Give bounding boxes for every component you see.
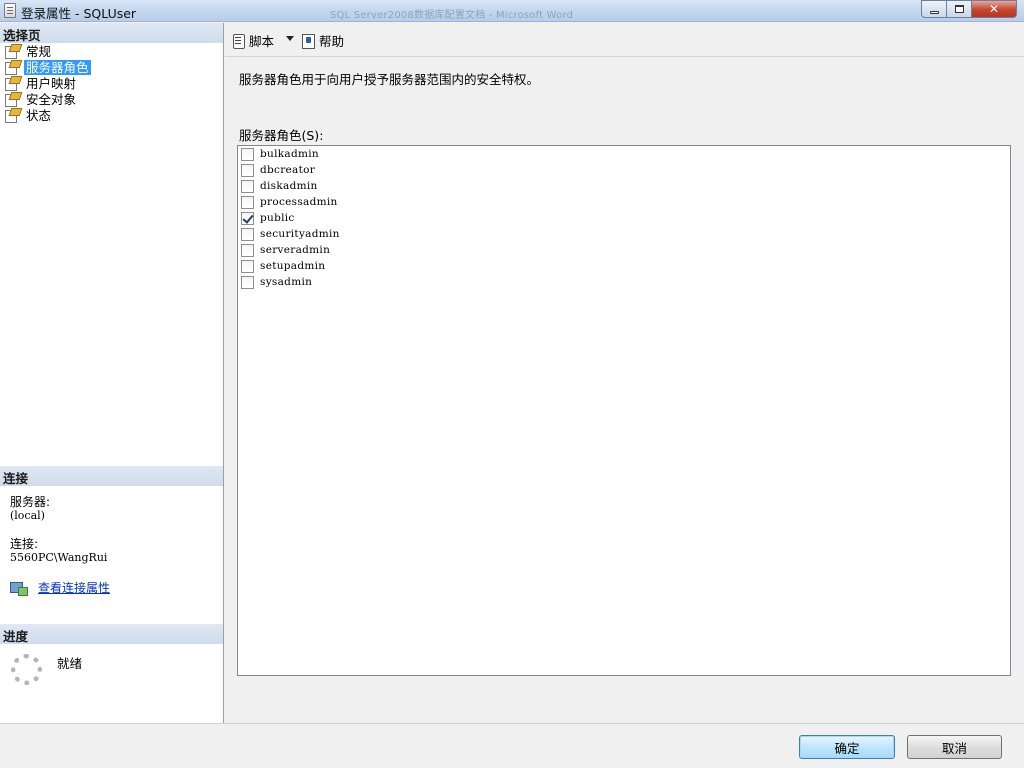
- script-label: 脚本: [249, 34, 275, 49]
- page-icon: [4, 60, 19, 75]
- minimize-button[interactable]: [921, 0, 947, 18]
- role-checkbox[interactable]: [241, 179, 254, 193]
- role-checkbox[interactable]: [241, 275, 254, 289]
- page-item-label: 安全对象: [26, 91, 77, 107]
- role-item-dbcreator[interactable]: dbcreator: [241, 162, 315, 178]
- page-item-user-mapping[interactable]: 用户映射: [4, 75, 91, 91]
- background-window-title: SQL Server2008数据库配置文档 - Microsoft Word: [330, 10, 574, 21]
- script-dropdown-arrow-icon[interactable]: [286, 36, 294, 41]
- role-item-diskadmin[interactable]: diskadmin: [241, 178, 318, 194]
- page-icon: [4, 76, 19, 91]
- page-item-label: 常规: [26, 43, 52, 59]
- page-icon: [4, 44, 19, 59]
- role-item-setupadmin[interactable]: setupadmin: [241, 258, 325, 274]
- page-item-label: 服务器角色: [24, 59, 91, 75]
- role-item-bulkadmin[interactable]: bulkadmin: [241, 146, 319, 162]
- view-connection-properties[interactable]: 查看连接属性: [10, 579, 110, 596]
- role-name: bulkadmin: [260, 148, 319, 160]
- page-item-general[interactable]: 常规: [4, 43, 91, 59]
- page-item-status[interactable]: 状态: [4, 107, 91, 123]
- role-checkbox[interactable]: [241, 243, 254, 257]
- page-icon: [4, 108, 19, 123]
- server-value: (local): [10, 509, 45, 522]
- app-icon: [4, 3, 16, 18]
- main-content: 服务器角色用于向用户授予服务器范围内的安全特权。 服务器角色(S): bulka…: [225, 58, 1024, 723]
- minimize-icon: [929, 11, 939, 14]
- help-button[interactable]: 帮助: [301, 31, 344, 50]
- role-name: securityadmin: [260, 228, 340, 240]
- left-panel: 选择页 常规 服务器角色 用户映射 安全对象 状态 连接 服务器: (local…: [0, 23, 224, 723]
- connection-label: 连接:: [10, 537, 39, 551]
- page-item-securables[interactable]: 安全对象: [4, 91, 91, 107]
- role-name: dbcreator: [260, 164, 316, 176]
- role-item-public[interactable]: public: [241, 210, 295, 226]
- help-label: 帮助: [319, 34, 345, 49]
- role-checkbox[interactable]: [241, 259, 254, 273]
- view-connection-properties-link[interactable]: 查看连接属性: [38, 579, 110, 596]
- window-title: 登录属性 - SQLUser: [21, 6, 137, 21]
- role-item-serveradmin[interactable]: serveradmin: [241, 242, 330, 258]
- page-item-server-roles[interactable]: 服务器角色: [4, 59, 91, 75]
- page-list: 常规 服务器角色 用户映射 安全对象 状态: [4, 43, 91, 123]
- select-page-header: 选择页: [0, 23, 223, 43]
- connection-info: 连接: 5560PC\WangRui: [10, 537, 108, 565]
- role-checkbox[interactable]: [241, 227, 254, 241]
- role-name: serveradmin: [260, 244, 331, 256]
- page-item-label: 用户映射: [26, 75, 77, 91]
- connection-header: 连接: [0, 466, 223, 486]
- close-icon: ✕: [988, 2, 1000, 16]
- server-info: 服务器: (local): [10, 495, 51, 523]
- role-checkbox[interactable]: [241, 195, 254, 209]
- role-checkbox[interactable]: [241, 163, 254, 177]
- progress-header: 进度: [0, 624, 223, 644]
- role-name: setupadmin: [260, 260, 326, 272]
- dialog-button-bar: 确定 取消: [0, 723, 1024, 768]
- role-name: diskadmin: [260, 180, 318, 192]
- role-item-processadmin[interactable]: processadmin: [241, 194, 338, 210]
- connection-value: 5560PC\WangRui: [10, 551, 108, 564]
- script-button[interactable]: 脚本: [231, 31, 274, 50]
- role-name: processadmin: [260, 196, 338, 208]
- role-item-sysadmin[interactable]: sysadmin: [241, 274, 312, 290]
- server-label: 服务器:: [10, 495, 51, 509]
- maximize-icon: [954, 5, 964, 13]
- help-icon: [301, 33, 316, 49]
- title-bar: 登录属性 - SQLUser SQL Server2008数据库配置文档 - M…: [0, 0, 1024, 22]
- page-icon: [4, 92, 19, 107]
- server-roles-description: 服务器角色用于向用户授予服务器范围内的安全特权。: [239, 72, 540, 87]
- script-icon: [231, 33, 246, 49]
- server-roles-list: bulkadmin dbcreator diskadmin processadm…: [237, 145, 1011, 676]
- role-name: sysadmin: [260, 276, 313, 288]
- close-button[interactable]: ✕: [971, 0, 1017, 18]
- toolbar: 脚本 帮助: [225, 23, 1024, 57]
- progress-status: 就绪: [57, 656, 83, 671]
- page-item-label: 状态: [26, 107, 52, 123]
- ok-button[interactable]: 确定: [799, 735, 895, 759]
- maximize-button[interactable]: [946, 0, 972, 18]
- server-roles-label: 服务器角色(S):: [239, 128, 324, 143]
- role-checkbox-checked[interactable]: [241, 211, 254, 225]
- role-item-securityadmin[interactable]: securityadmin: [241, 226, 340, 242]
- progress-spinner-icon: [11, 654, 42, 685]
- role-checkbox[interactable]: [241, 147, 254, 161]
- cancel-button[interactable]: 取消: [907, 735, 1002, 759]
- connection-properties-icon: [10, 581, 28, 596]
- role-name: public: [260, 212, 295, 224]
